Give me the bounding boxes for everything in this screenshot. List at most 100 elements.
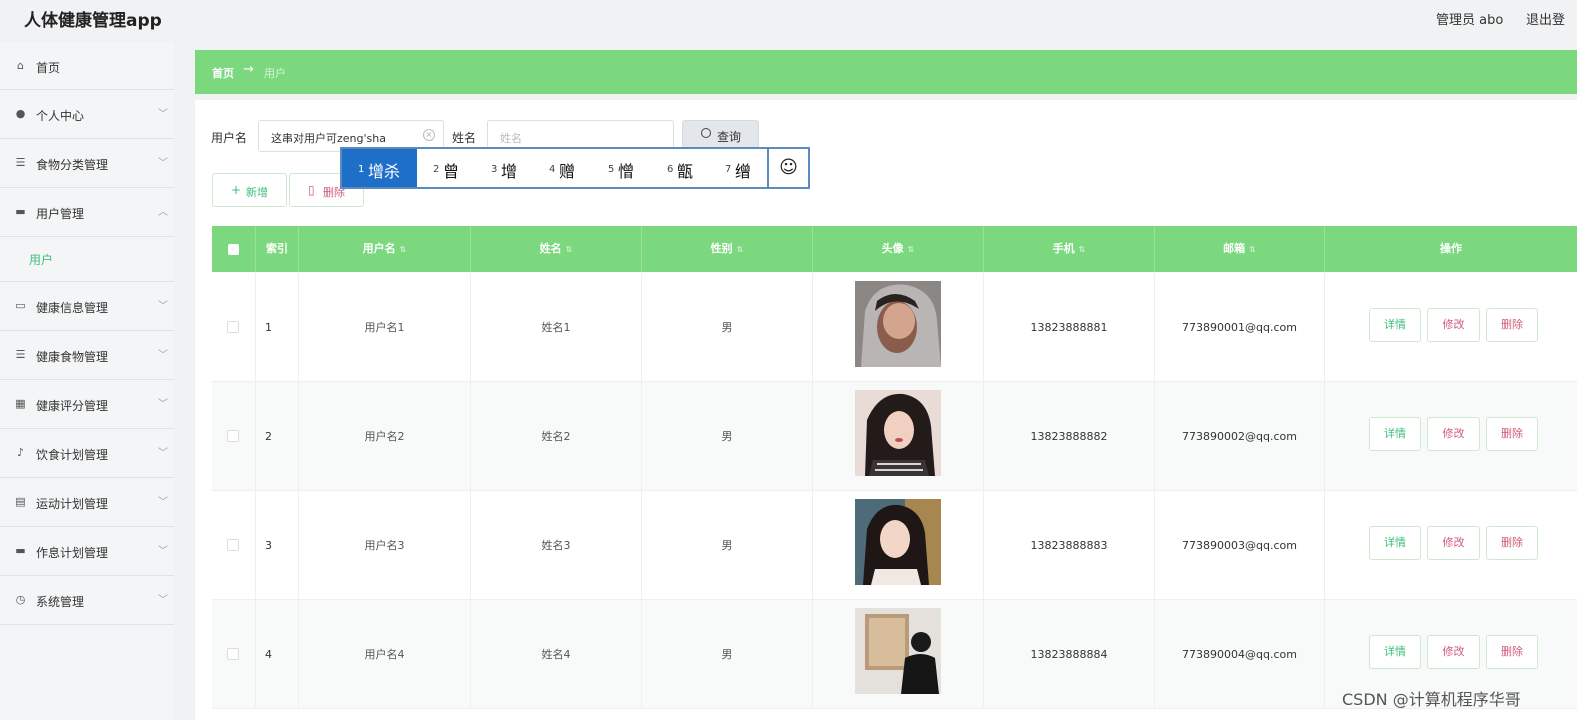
row-checkbox[interactable] (227, 321, 239, 333)
cell-username: 用户名4 (299, 600, 471, 709)
sidebar-item-system[interactable]: ◷ 系统管理 ﹀ (0, 576, 174, 625)
header-name[interactable]: 姓名 ⇅ (471, 226, 642, 272)
delete-button[interactable]: 删除 (1486, 635, 1538, 669)
avatar[interactable] (855, 281, 941, 367)
plus-icon: + (231, 183, 242, 197)
search-button[interactable]: 查询 (682, 120, 759, 150)
row-select-cell (212, 382, 256, 491)
card-icon: ▭ (15, 299, 26, 312)
home-icon: ⌂ (17, 59, 24, 72)
select-all-checkbox[interactable] (228, 244, 239, 255)
sidebar-item-schedule-plan[interactable]: ▬ 作息计划管理 ﹀ (0, 527, 174, 576)
ime-candidate-text: 增 (501, 162, 518, 181)
header-index: 索引 (256, 226, 299, 272)
detail-button[interactable]: 详情 (1369, 417, 1421, 451)
breadcrumb-current: 用户 (264, 67, 286, 80)
row-checkbox[interactable] (227, 539, 239, 551)
sort-icon: ⇅ (565, 245, 573, 254)
cell-phone: 13823888883 (984, 491, 1155, 600)
header-phone[interactable]: 手机 ⇅ (984, 226, 1155, 272)
delete-button[interactable]: 删除 (1486, 308, 1538, 342)
delete-button[interactable]: 删除 (1486, 417, 1538, 451)
edit-button[interactable]: 修改 (1427, 635, 1480, 669)
row-checkbox[interactable] (227, 648, 239, 660)
avatar[interactable] (855, 390, 941, 476)
cell-gender: 男 (642, 273, 813, 382)
detail-button[interactable]: 详情 (1369, 526, 1421, 560)
chevron-down-icon: ﹀ (158, 448, 168, 459)
sidebar-item-health-info[interactable]: ▭ 健康信息管理 ﹀ (0, 282, 174, 331)
sidebar-item-home[interactable]: ⌂ 首页 (0, 42, 174, 90)
chevron-down-icon: ﹀ (158, 158, 168, 169)
sidebar-item-label: 饮食计划管理 (36, 448, 109, 462)
cell-username: 用户名2 (299, 382, 471, 491)
ime-candidate-text: 增杀 (368, 162, 401, 181)
cell-avatar (813, 600, 984, 709)
clipboard-icon: ▤ (15, 495, 26, 508)
detail-button[interactable]: 详情 (1369, 308, 1421, 342)
search-icon (701, 128, 711, 138)
row-checkbox[interactable] (227, 430, 239, 442)
avatar[interactable] (855, 499, 941, 585)
ime-candidate[interactable]: 1 增杀 (342, 149, 417, 187)
header-username[interactable]: 用户名 ⇅ (299, 226, 471, 272)
ime-candidate[interactable]: 2 曾 (433, 149, 483, 187)
chevron-down-icon: ﹀ (158, 109, 168, 120)
edit-button[interactable]: 修改 (1427, 308, 1480, 342)
sidebar-item-user-management[interactable]: ▬ 用户管理 ︿ (0, 188, 174, 237)
sidebar-item-label: 运动计划管理 (36, 497, 109, 511)
clear-icon[interactable]: × (423, 129, 435, 141)
cell-avatar (813, 491, 984, 600)
header-avatar[interactable]: 头像 ⇅ (813, 226, 984, 272)
sidebar-subitem-users[interactable]: 用户 (0, 237, 174, 282)
cell-phone: 13823888881 (984, 273, 1155, 382)
users-icon: ▬ (15, 205, 26, 218)
table-header: 索引 用户名 ⇅ 姓名 ⇅ 性别 ⇅ 头像 ⇅ 手机 ⇅ 邮箱 ⇅ 操作 (212, 226, 1577, 272)
ime-candidate[interactable]: 3 增 (491, 149, 541, 187)
logout-link[interactable]: 退出登 (1526, 9, 1565, 28)
cell-name: 姓名3 (471, 491, 642, 600)
emoji-icon[interactable]: ☺ (767, 149, 808, 187)
edit-button[interactable]: 修改 (1427, 526, 1480, 560)
delete-button[interactable]: 删除 (1486, 526, 1538, 560)
ime-candidate[interactable]: 6 甑 (667, 149, 717, 187)
chevron-down-icon: ﹀ (158, 497, 168, 508)
sidebar-subitem-label: 用户 (29, 253, 54, 267)
breadcrumb: 首页 → 用户 (195, 50, 1577, 94)
sidebar-item-health-food[interactable]: ☰ 健康食物管理 ﹀ (0, 331, 174, 380)
top-bar: 人体健康管理app 管理员 abo 退出登 (0, 0, 1577, 40)
header-label: 用户名 (362, 242, 396, 255)
ime-candidate-number: 6 (667, 164, 674, 175)
cell-phone: 13823888884 (984, 600, 1155, 709)
admin-label: 管理员 abo (1436, 13, 1504, 28)
sidebar-item-personal-center[interactable]: ● 个人中心 ﹀ (0, 90, 174, 139)
sidebar-item-label: 健康信息管理 (36, 301, 109, 315)
header-label: 头像 (881, 242, 904, 255)
ime-candidate[interactable]: 7 缯 (725, 149, 765, 187)
header-label: 邮箱 (1223, 242, 1246, 255)
detail-button[interactable]: 详情 (1369, 635, 1421, 669)
ime-candidate[interactable]: 4 赠 (549, 149, 599, 187)
ime-candidate[interactable]: 5 憎 (608, 149, 658, 187)
ime-candidate-number: 1 (358, 164, 365, 175)
row-select-cell (212, 273, 256, 382)
sidebar-item-health-score[interactable]: ▦ 健康评分管理 ﹀ (0, 380, 174, 429)
ime-candidate-text: 曾 (443, 162, 460, 181)
edit-button[interactable]: 修改 (1427, 417, 1480, 451)
header-email[interactable]: 邮箱 ⇅ (1155, 226, 1325, 272)
chevron-down-icon: ﹀ (158, 301, 168, 312)
header-gender[interactable]: 性别 ⇅ (642, 226, 813, 272)
sidebar-item-food-category[interactable]: ☰ 食物分类管理 ﹀ (0, 139, 174, 188)
sidebar-item-exercise-plan[interactable]: ▤ 运动计划管理 ﹀ (0, 478, 174, 527)
chart-icon: ▦ (15, 397, 26, 410)
ime-candidate-number: 2 (433, 164, 440, 175)
sidebar-item-diet-plan[interactable]: ♪ 饮食计划管理 ﹀ (0, 429, 174, 478)
sidebar-item-label: 食物分类管理 (36, 158, 109, 172)
cell-index: 2 (256, 382, 299, 491)
add-button[interactable]: + 新增 (212, 173, 287, 207)
table-row: 2 用户名2 姓名2 男 13823888882 773890002@qq.co… (212, 382, 1577, 491)
row-select-cell (212, 600, 256, 709)
avatar[interactable] (855, 608, 941, 694)
breadcrumb-home[interactable]: 首页 (212, 65, 234, 81)
sort-icon: ⇅ (736, 245, 744, 254)
